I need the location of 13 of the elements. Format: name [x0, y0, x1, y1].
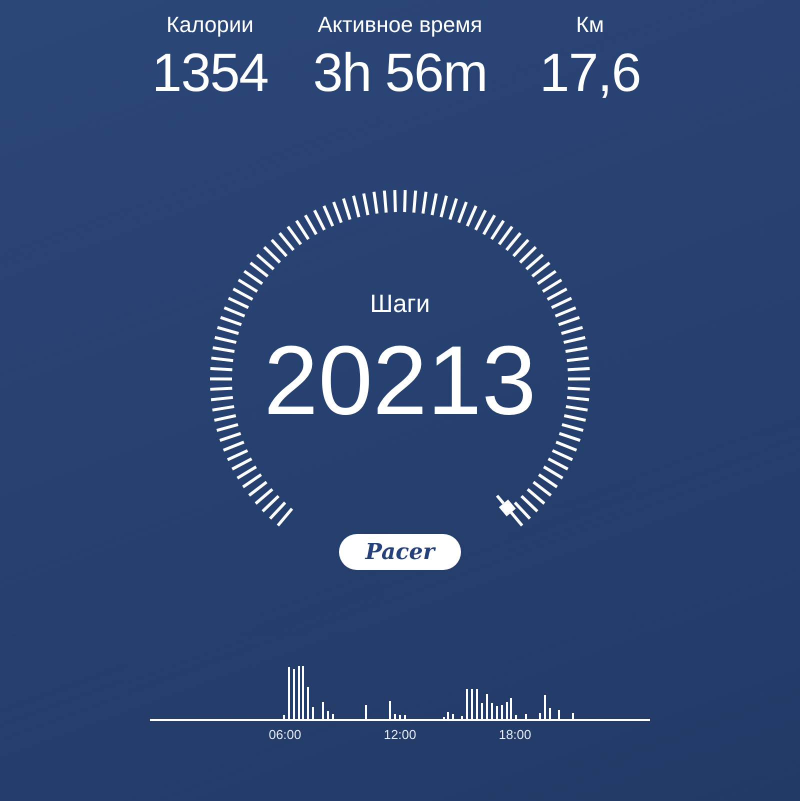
- time-label: 06:00: [268, 727, 302, 742]
- steps-value: 20213: [264, 328, 536, 432]
- gauge-end-marker: [496, 494, 516, 516]
- stat-value: 3h 56m: [312, 42, 488, 105]
- time-label: 18:00: [498, 727, 532, 742]
- time-label: 12:00: [384, 727, 416, 742]
- pacer-logo: Pacer: [339, 534, 461, 570]
- stat-label: Калории: [166, 11, 254, 39]
- stat-value: 1354: [152, 42, 268, 105]
- stat-value: 17,6: [539, 42, 641, 105]
- steps-label: Шаги: [370, 289, 430, 320]
- stat-label: Км: [576, 11, 604, 39]
- stat-label: Активное время: [318, 11, 482, 39]
